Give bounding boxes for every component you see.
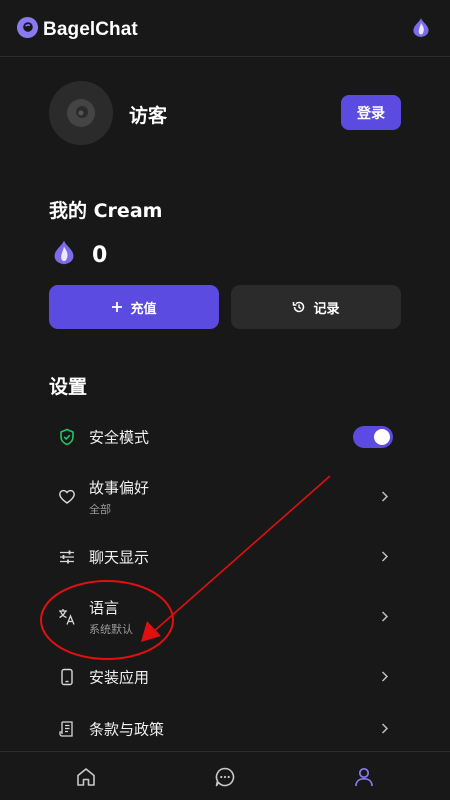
settings-item-label: 故事偏好 [89,479,150,497]
app-header: BagelChat [0,0,450,57]
plus-icon [111,301,123,313]
settings-item-language[interactable]: 语言 系统默认 [49,597,401,637]
recharge-button[interactable]: 充值 [49,285,219,329]
sliders-icon [57,547,77,567]
cream-icon [49,238,79,272]
settings-item-install-app[interactable]: 安装应用 [49,657,401,697]
cream-section-title: 我的 Cream [49,200,163,222]
settings-item-chat-display[interactable]: 聊天显示 [49,537,401,577]
history-icon [292,300,306,314]
logo-icon [16,16,39,43]
settings-title: 设置 [49,376,88,398]
chat-icon[interactable] [213,765,237,789]
chevron-right-icon [381,608,389,627]
settings-item-sublabel: 系统默认 [89,623,133,636]
avatar[interactable] [49,81,113,145]
chevron-right-icon [381,720,389,739]
app-name: BagelChat [43,18,138,40]
settings-item-sublabel: 全部 [89,503,111,516]
settings-item-label: 条款与政策 [89,720,165,739]
shield-check-icon [57,427,77,447]
settings-item-terms[interactable]: 条款与政策 [49,709,401,749]
translate-icon [57,607,77,627]
heart-icon [57,487,77,507]
chevron-right-icon [381,668,389,687]
home-icon[interactable] [74,765,98,789]
avatar-placeholder-icon [67,99,95,127]
login-button[interactable]: 登录 [341,95,401,130]
phone-icon [57,667,77,687]
record-button[interactable]: 记录 [231,285,401,329]
safe-mode-toggle[interactable] [353,426,393,448]
recharge-label: 充值 [130,301,157,317]
settings-item-label: 安全模式 [89,428,150,447]
settings-item-label: 语言 [89,599,120,617]
cream-balance: 0 [49,238,107,272]
settings-item-safe-mode: 安全模式 [49,417,401,457]
bottom-nav [0,751,450,800]
cream-icon[interactable] [409,16,433,44]
settings-item-label: 聊天显示 [89,548,150,567]
guest-name: 访客 [129,105,168,127]
document-icon [57,719,77,739]
record-label: 记录 [313,301,340,317]
toggle-knob [374,429,390,445]
chevron-right-icon [381,548,389,567]
settings-item-label: 安装应用 [89,668,150,687]
profile-icon[interactable] [352,765,376,789]
cream-balance-value: 0 [92,242,108,268]
settings-item-story-preference[interactable]: 故事偏好 全部 [49,477,401,517]
app-logo[interactable]: BagelChat [16,16,138,43]
chevron-right-icon [381,488,389,507]
